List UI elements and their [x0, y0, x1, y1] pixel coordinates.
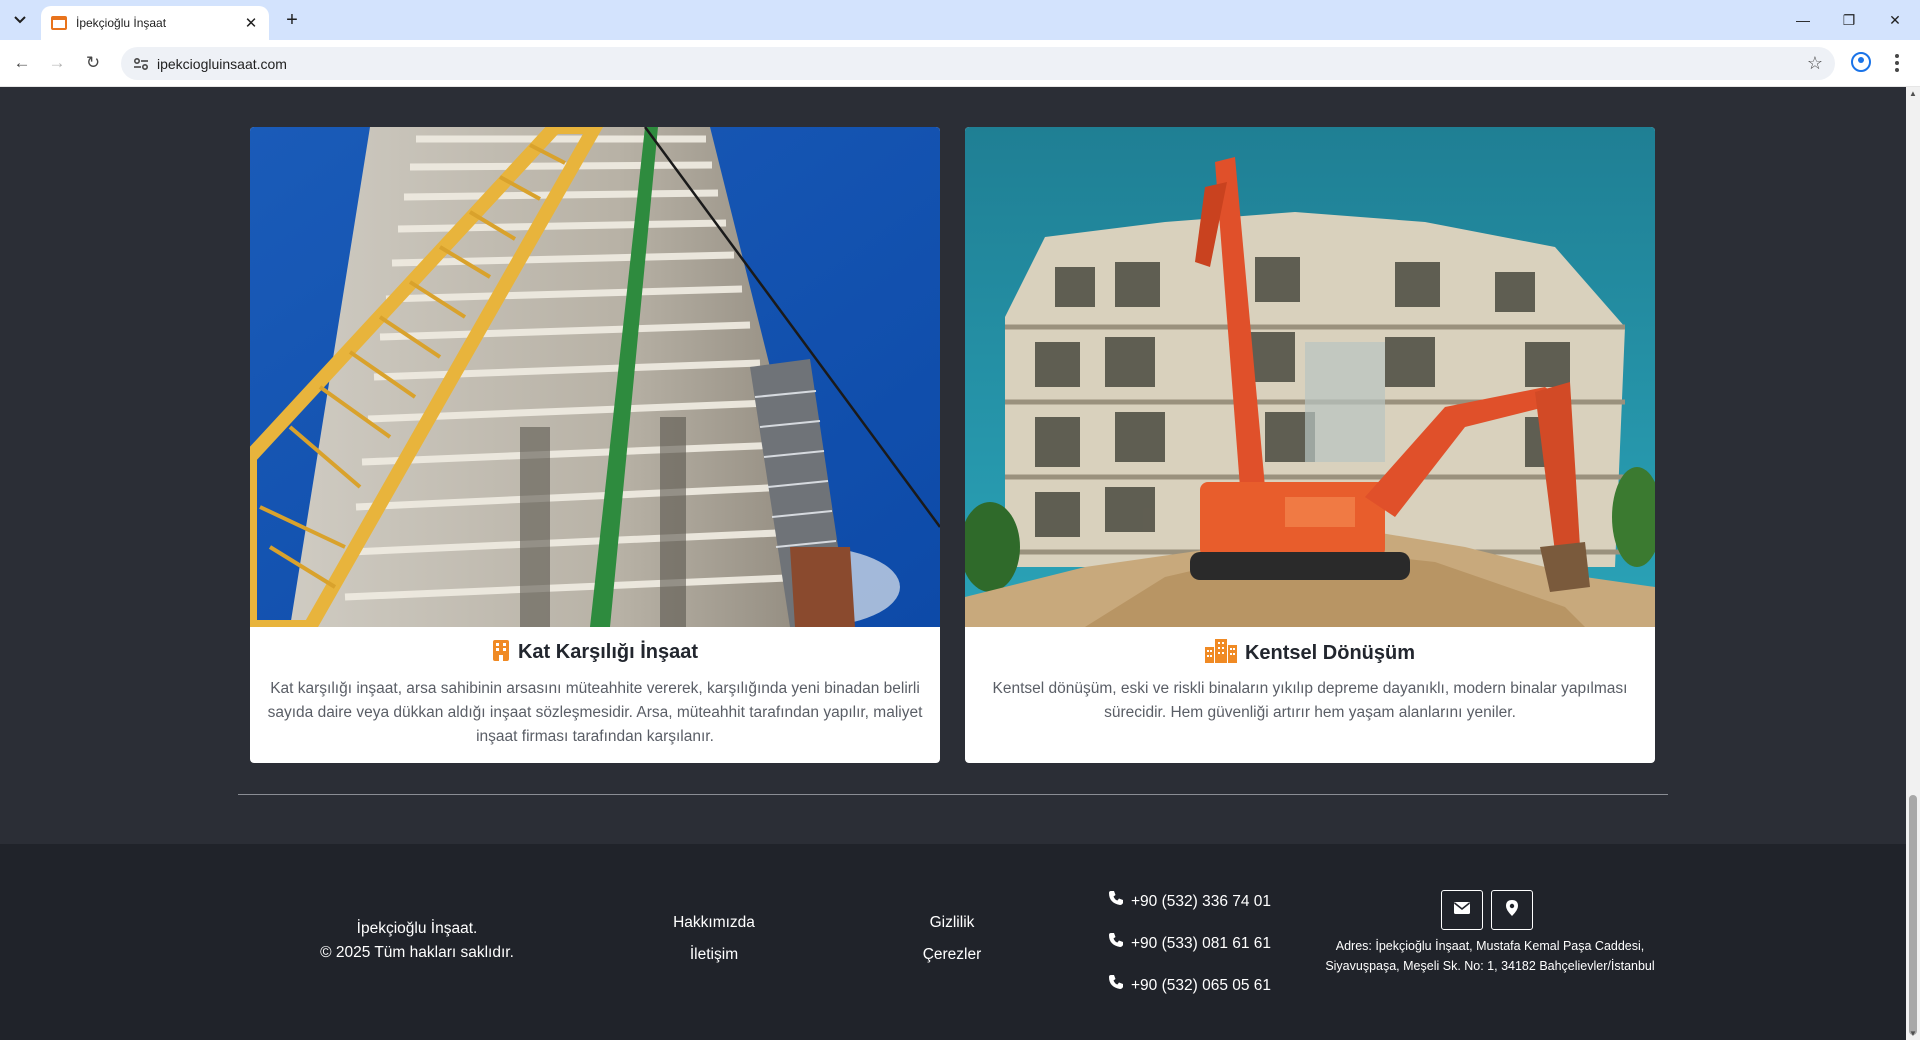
browser-tab-strip: İpekçioğlu İnşaat ✕ + — ❐ ✕ [0, 0, 1920, 40]
service-card-kentsel-donusum: Kentsel Dönüşüm Kentsel dönüşüm, eski ve… [965, 127, 1655, 763]
url-text: ipekciogluinsaat.com [157, 56, 287, 72]
footer-copyright: © 2025 Tüm hakları saklıdır. [320, 944, 514, 961]
address-bar[interactable]: ipekciogluinsaat.com ☆ [121, 47, 1835, 80]
site-favicon-icon [51, 16, 67, 30]
reload-icon[interactable]: ↻ [80, 50, 106, 76]
building-icon [492, 639, 510, 666]
envelope-icon [1454, 901, 1470, 919]
phone-item[interactable]: +90 (532) 065 05 61 [1108, 973, 1271, 998]
footer-link-iletisim[interactable]: İletişim [690, 943, 738, 966]
phone-number: +90 (532) 065 05 61 [1131, 977, 1272, 994]
service-card-kat-karsiligi: Kat Karşılığı İnşaat Kat karşılığı inşaa… [250, 127, 940, 763]
footer-link-gizlilik[interactable]: Gizlilik [930, 911, 975, 934]
footer-links-column-2: Gizlilik Çerezler [920, 911, 984, 966]
location-button[interactable] [1491, 890, 1533, 930]
phone-icon [1108, 931, 1124, 956]
address-line-1: Adres: İpekçioğlu İnşaat, Mustafa Kemal … [1335, 939, 1645, 953]
phone-icon [1108, 889, 1124, 914]
phone-number: +90 (533) 081 61 61 [1131, 935, 1272, 952]
window-close-icon[interactable]: ✕ [1872, 0, 1918, 40]
construction-photo [250, 127, 940, 627]
browser-toolbar: ← → ↻ ipekciogluinsaat.com ☆ [0, 40, 1920, 87]
tab-search-chevron-icon[interactable] [7, 8, 33, 32]
services-section: Kat Karşılığı İnşaat Kat karşılığı inşaa… [0, 87, 1906, 844]
footer-address: Adres: İpekçioğlu İnşaat, Mustafa Kemal … [1300, 936, 1680, 976]
new-tab-icon[interactable]: + [280, 8, 304, 32]
section-divider [238, 794, 1668, 795]
tab-title: İpekçioğlu İnşaat [76, 16, 167, 30]
back-arrow-icon[interactable]: ← [9, 50, 35, 76]
page-scrollbar[interactable]: ▲ ▼ [1906, 87, 1920, 1040]
minimize-icon[interactable]: — [1780, 0, 1826, 40]
site-info-icon[interactable] [131, 54, 151, 74]
scrollbar-thumb[interactable] [1909, 795, 1917, 1035]
email-button[interactable] [1441, 890, 1483, 930]
phone-item[interactable]: +90 (533) 081 61 61 [1108, 931, 1271, 956]
footer-brand: İpekçioğlu İnşaat. © 2025 Tüm hakları sa… [300, 917, 534, 965]
scroll-down-arrow-icon[interactable]: ▼ [1909, 1029, 1917, 1038]
page-viewport: Kat Karşılığı İnşaat Kat karşılığı inşaa… [0, 87, 1906, 1040]
tab-close-icon[interactable]: ✕ [241, 13, 261, 33]
card-title: Kentsel Dönüşüm [1244, 642, 1416, 664]
card-description: Kentsel dönüşüm, eski ve riskli binaları… [992, 680, 1628, 721]
bookmark-star-icon[interactable]: ☆ [1807, 53, 1823, 74]
site-footer: İpekçioğlu İnşaat. © 2025 Tüm hakları sa… [0, 844, 1906, 1040]
footer-link-hakkimizda[interactable]: Hakkımızda [673, 911, 755, 934]
city-icon [1204, 639, 1237, 668]
phone-number: +90 (532) 336 74 01 [1131, 893, 1272, 910]
footer-phones: +90 (532) 336 74 01 +90 (533) 081 61 61 … [1108, 889, 1271, 998]
card-title-row: Kat Karşılığı İnşaat [250, 639, 940, 666]
footer-contact-buttons [1441, 890, 1533, 930]
footer-company-name: İpekçioğlu İnşaat. [356, 920, 478, 937]
card-description: Kat karşılığı inşaat, arsa sahibinin ars… [267, 680, 923, 745]
card-title: Kat Karşılığı İnşaat [517, 641, 699, 663]
map-marker-icon [1506, 899, 1518, 921]
profile-icon[interactable] [1851, 52, 1871, 72]
footer-link-cerezler[interactable]: Çerezler [923, 943, 982, 966]
browser-menu-icon[interactable] [1887, 50, 1907, 76]
restore-icon[interactable]: ❐ [1826, 0, 1872, 40]
phone-item[interactable]: +90 (532) 336 74 01 [1108, 889, 1271, 914]
scroll-up-arrow-icon[interactable]: ▲ [1909, 89, 1917, 98]
phone-icon [1108, 973, 1124, 998]
card-title-row: Kentsel Dönüşüm [965, 639, 1655, 668]
forward-arrow-icon[interactable]: → [44, 50, 70, 76]
browser-tab[interactable]: İpekçioğlu İnşaat ✕ [41, 6, 269, 40]
demolition-photo [965, 127, 1655, 627]
address-line-2: Siyavuşpaşa, Meşeli Sk. No: 1, 34182 Bah… [1325, 959, 1655, 973]
footer-links-column-1: Hakkımızda İletişim [672, 911, 756, 966]
